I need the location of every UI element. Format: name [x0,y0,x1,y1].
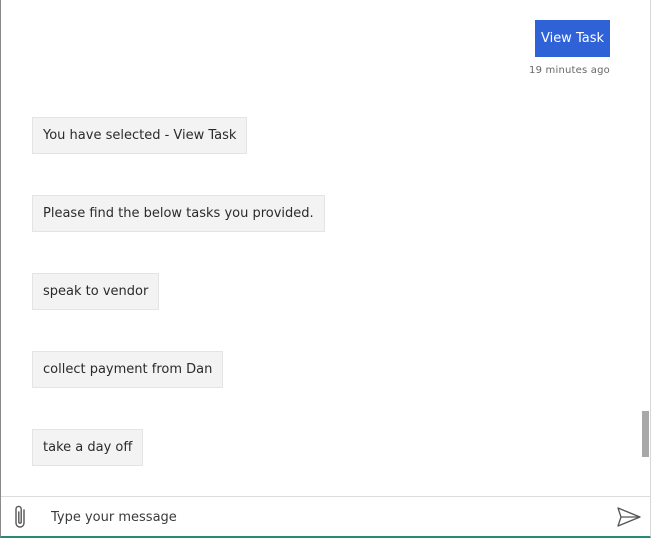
paperclip-icon[interactable] [9,504,33,530]
chat-window: View Task 19 minutes ago You have select… [0,0,651,538]
bot-message-bubble: speak to vendor [32,273,160,310]
message-input[interactable] [51,505,591,529]
user-message-bubble[interactable]: View Task [535,20,610,57]
chat-transcript[interactable]: View Task 19 minutes ago You have select… [1,0,650,496]
send-icon[interactable] [616,506,642,528]
message-timestamp: 19 minutes ago [529,65,610,76]
bot-message-bubble: You have selected - View Task [32,117,248,154]
scrollbar[interactable] [640,0,650,496]
scrollbar-thumb[interactable] [642,411,649,457]
message-composer [1,496,650,536]
bot-message-bubble: take a day off [32,429,144,466]
bot-message-bubble: collect payment from Dan [32,351,224,388]
bot-message-bubble: Please find the below tasks you provided… [32,195,325,232]
